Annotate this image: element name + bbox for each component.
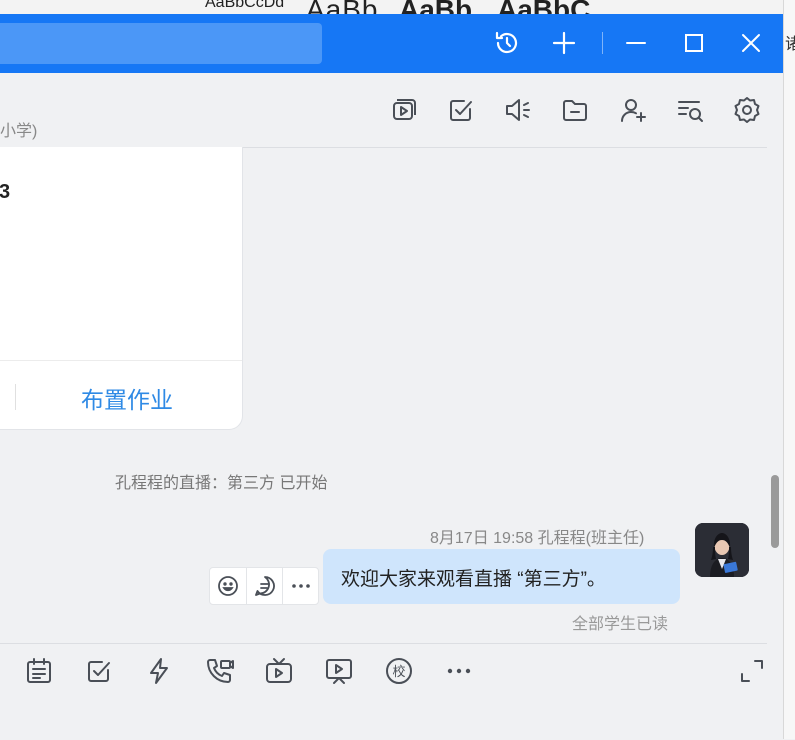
history-icon[interactable] <box>493 29 521 57</box>
avatar[interactable] <box>695 523 749 577</box>
card-separator <box>15 384 16 410</box>
screen-share-icon[interactable] <box>388 95 418 125</box>
school-glyph: 校 <box>392 664 405 680</box>
search-history-icon[interactable] <box>675 95 705 125</box>
live-tv-icon[interactable] <box>264 656 294 686</box>
background-ribbon: AaBbCcDd AaBb AaBb AaBbC <box>0 0 795 15</box>
call-icon[interactable] <box>204 656 234 686</box>
style-sample: AaBb <box>399 0 472 14</box>
style-sample: AaBbCcDd <box>205 0 285 11</box>
title-bar <box>0 14 783 73</box>
expand-icon[interactable] <box>737 656 767 686</box>
chat-header: 小学) <box>0 73 767 148</box>
announcement-icon[interactable] <box>503 95 533 125</box>
reply-icon[interactable] <box>246 568 283 604</box>
plus-icon[interactable] <box>550 29 578 57</box>
message-text: 欢迎大家来观看直播 “第三方”。 <box>341 569 606 590</box>
message-actions <box>209 567 319 605</box>
card-divider <box>0 360 242 361</box>
minimize-icon[interactable] <box>622 29 650 57</box>
style-sample: AaBbC <box>497 0 590 14</box>
more-options-icon[interactable] <box>282 568 319 604</box>
school-icon[interactable]: 校 <box>384 656 414 686</box>
maximize-icon[interactable] <box>680 29 708 57</box>
message-meta: 8月17日 19:58 孔程程(班主任) <box>430 530 645 547</box>
more-icon[interactable] <box>444 656 474 686</box>
folder-icon[interactable] <box>560 95 590 125</box>
task-check-icon[interactable] <box>446 95 476 125</box>
style-sample: AaBb <box>306 0 379 14</box>
homework-icon[interactable] <box>84 656 114 686</box>
message-bubble[interactable]: 欢迎大家来观看直播 “第三方”。 <box>323 549 680 604</box>
video-icon[interactable] <box>324 656 354 686</box>
card-text: 3 <box>0 181 11 203</box>
scrollbar[interactable] <box>771 475 779 548</box>
add-member-icon[interactable] <box>618 95 648 125</box>
composer-toolbar: 校 <box>0 643 767 740</box>
title-separator <box>602 32 603 54</box>
close-icon[interactable] <box>737 29 765 57</box>
emoji-reaction-icon[interactable] <box>210 568 246 604</box>
homework-card: 3 布置作业 <box>0 147 243 430</box>
read-status: 全部学生已读 <box>572 616 669 633</box>
quick-icon[interactable] <box>144 656 174 686</box>
assign-homework-button[interactable]: 布置作业 <box>81 381 173 415</box>
search-input[interactable] <box>0 23 322 64</box>
live-start-notice: 孔程程的直播：第三方 已开始 <box>115 475 328 492</box>
chat-subtitle: 小学) <box>0 123 38 140</box>
background-window-edge: 诸 <box>783 0 795 739</box>
settings-icon[interactable] <box>732 95 762 125</box>
edge-text: 诸 <box>785 36 795 53</box>
notice-icon[interactable] <box>24 656 54 686</box>
